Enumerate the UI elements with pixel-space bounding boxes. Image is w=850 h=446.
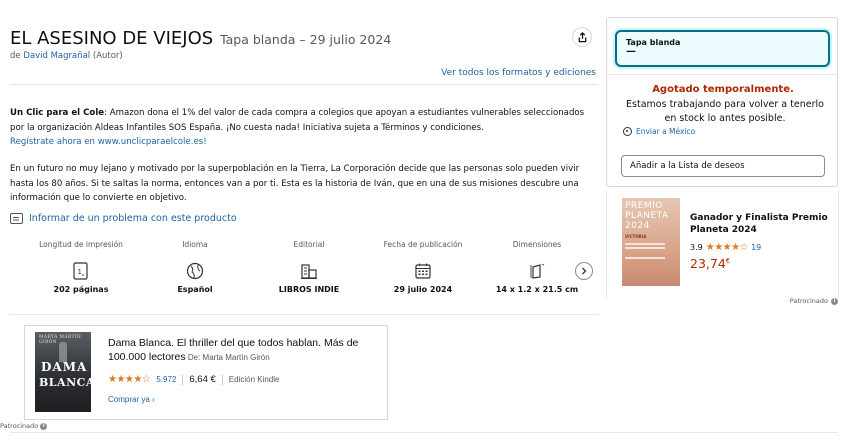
ra-cover-author: VICTORIA — [625, 234, 647, 239]
share-button[interactable] — [572, 27, 592, 47]
spec-length: Longitud de impresión 1 202 páginas — [26, 232, 136, 294]
ad-cover-title-2: BLANCA — [39, 376, 95, 389]
ad-review-count[interactable]: 5.972 — [156, 375, 176, 384]
format-selector-paperback[interactable]: Tapa blanda — — [615, 30, 830, 67]
spec-date: Fecha de publicación 29 julio 2024 — [368, 232, 478, 294]
divider — [10, 314, 598, 315]
format-price: — — [626, 46, 636, 57]
ad-price: 6,64 € — [189, 374, 216, 385]
spec-label: Editorial — [293, 240, 325, 249]
add-to-wishlist-button[interactable]: Añadir a la Lista de deseos — [621, 155, 825, 177]
all-formats-link[interactable]: Ver todos los formatos y ediciones — [441, 68, 596, 78]
unavailable-message: Estamos trabajando para volver a tenerlo… — [626, 99, 824, 124]
product-description: En un futuro no muy lejano y motivado po… — [10, 164, 580, 203]
ra-price: 23,74€ — [690, 256, 730, 271]
title-row: EL ASESINO DE VIEJOS Tapa blanda – 29 ju… — [10, 28, 391, 49]
ad-meta: ★★★★☆ 5.972 6,64 € Edición Kindle — [108, 374, 279, 385]
globe-icon — [186, 262, 204, 280]
ad-title[interactable]: Dama Blanca. El thriller del que todos h… — [108, 336, 378, 365]
spec-label: Idioma — [182, 240, 208, 249]
report-link[interactable]: Informar de un problema con este product… — [29, 213, 237, 224]
divider — [10, 432, 838, 433]
specs-next-button[interactable] — [575, 262, 593, 280]
ad-cover-title-1: DAMA — [41, 360, 88, 374]
divider — [607, 74, 837, 75]
separator — [182, 374, 184, 385]
buy-now-link[interactable]: Comprar ya › — [108, 395, 155, 404]
spec-label: Fecha de publicación — [383, 240, 463, 249]
ra-cover-text: PREMIO PLANETA 2024 — [625, 201, 669, 231]
sponsored-label[interactable]: Patrocinado i — [0, 422, 48, 430]
sponsored-text: Patrocinado — [0, 422, 39, 430]
separator — [221, 374, 223, 385]
svg-text:1: 1 — [78, 268, 82, 276]
ad-book-cover[interactable]: MARTA MARTÍN GIRÓN DAMA BLANCA — [35, 332, 94, 412]
ad-border — [838, 190, 839, 298]
ra-price-currency: € — [725, 256, 731, 265]
buy-box: Tapa blanda — Agotado temporalmente. Est… — [606, 17, 838, 187]
spec-value: 29 julio 2024 — [393, 285, 453, 294]
spec-label: Longitud de impresión — [39, 240, 123, 249]
publisher-icon — [300, 262, 318, 280]
spec-value: LIBROS INDIE — [278, 285, 340, 294]
promo-text: Un Clic para el Cole: Amazon dona el 1% … — [10, 106, 600, 150]
ra-rating[interactable]: 3.9 ★★★★☆ 19 — [690, 242, 761, 253]
right-sponsored-ad[interactable]: PREMIO PLANETA 2024 VICTORIA Ganador y F… — [606, 190, 838, 300]
chevron-right-icon — [582, 267, 587, 275]
unavailable-status: Agotado temporalmente. — [652, 84, 794, 95]
report-problem[interactable]: Informar de un problema con este product… — [10, 213, 237, 224]
spec-dimensions: Dimensiones 14 x 1.2 x 21.5 cm — [482, 232, 592, 294]
ad-author-prefix: De: — [185, 353, 203, 362]
dimensions-icon — [528, 262, 546, 280]
sponsored-ad[interactable]: MARTA MARTÍN GIRÓN DAMA BLANCA Dama Blan… — [24, 325, 388, 420]
ad-format: Edición Kindle — [228, 375, 280, 384]
info-icon: i — [831, 297, 838, 305]
calendar-icon — [414, 262, 432, 280]
promo-bold: Un Clic para el Cole — [10, 108, 105, 118]
spec-label: Dimensiones — [512, 240, 562, 249]
format-label: Tapa blanda — [626, 38, 681, 47]
cover-lines — [625, 243, 665, 245]
product-title: EL ASESINO DE VIEJOS — [10, 28, 214, 49]
byline-prefix: de — [10, 51, 24, 61]
spec-value: 202 páginas — [53, 285, 109, 294]
spec-language: Idioma Español — [140, 232, 250, 294]
product-specs: Longitud de impresión 1 202 páginas Idio… — [26, 232, 596, 312]
ship-to[interactable]: Enviar a México — [623, 127, 695, 136]
ra-review-count[interactable]: 19 — [751, 243, 761, 252]
byline: de David Magrañal (Autor) — [10, 51, 123, 61]
ra-price-main: 23,74 — [690, 256, 726, 271]
divider — [10, 84, 598, 85]
sponsored-label[interactable]: Patrocinado i — [790, 297, 838, 305]
author-role: (Autor) — [90, 51, 123, 61]
ra-title[interactable]: Ganador y Finalista Premio Planeta 2024 — [690, 212, 830, 236]
star-rating-icon[interactable]: ★★★★☆ — [108, 374, 151, 385]
promo-link[interactable]: Regístrate ahora en www.unclicparaelcole… — [10, 137, 207, 147]
share-icon — [578, 31, 586, 42]
info-icon: i — [40, 422, 48, 430]
sponsored-text: Patrocinado — [789, 297, 828, 305]
spec-value: Español — [177, 285, 213, 294]
format-date: Tapa blanda – 29 julio 2024 — [220, 32, 392, 47]
author-link[interactable]: David Magrañal — [23, 51, 90, 61]
ship-to-label[interactable]: Enviar a México — [636, 127, 695, 136]
feedback-icon — [10, 213, 23, 224]
ra-rating-value: 3.9 — [690, 243, 703, 252]
cover-figure — [59, 342, 67, 362]
spec-publisher: Editorial LIBROS INDIE — [254, 232, 364, 294]
location-pin-icon — [623, 127, 632, 136]
star-rating-icon: ★★★★☆ — [705, 242, 749, 253]
pages-icon: 1 — [72, 262, 90, 280]
spec-value: 14 x 1.2 x 21.5 cm — [495, 285, 579, 294]
ad-author: Marta Martín Girón — [202, 353, 270, 362]
ra-book-cover[interactable]: PREMIO PLANETA 2024 VICTORIA — [622, 198, 680, 286]
